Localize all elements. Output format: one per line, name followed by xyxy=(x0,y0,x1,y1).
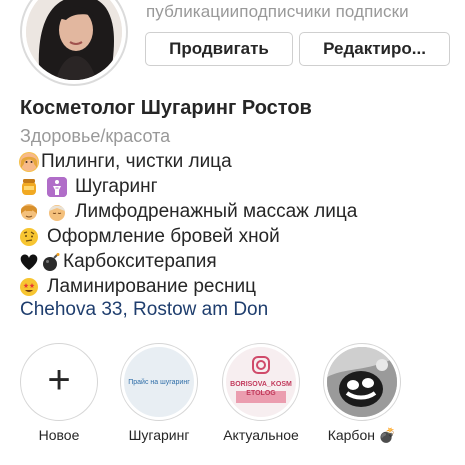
profile-avatar xyxy=(26,0,122,80)
highlight-sugaring[interactable]: Прайс на шугаринг xyxy=(120,343,198,421)
profile-stats-labels: публикацииподписчики подписки xyxy=(146,2,458,24)
bio-text: Пилинги, чистки лица xyxy=(41,150,232,172)
bio-line: Лимфодренажный массаж лица xyxy=(19,199,459,224)
raised-eyebrow-face-icon xyxy=(19,227,39,247)
highlight-new[interactable]: + xyxy=(20,343,98,421)
star-struck-face-icon xyxy=(19,277,39,297)
bio-line: Пилинги, чистки лица xyxy=(19,149,459,174)
bio-text: Оформление бровей хной xyxy=(47,225,280,247)
plus-icon: + xyxy=(47,358,71,402)
bio-line: Шугаринг xyxy=(19,174,459,199)
highlight-label: Актуальное xyxy=(223,427,299,443)
highlight-label: Новое xyxy=(38,427,80,443)
highlight-cover-text: BORISOVA_KOSMETOLOG xyxy=(230,381,292,397)
highlight-cover: BORISOVA_KOSMETOLOG xyxy=(226,347,296,417)
bomb-icon xyxy=(41,252,61,272)
profile-avatar-ring[interactable] xyxy=(20,0,128,86)
bio-line: Карбокситерапия xyxy=(19,249,459,274)
bio-text: Ламинирование ресниц xyxy=(47,275,256,297)
woman-icon xyxy=(19,151,39,172)
profile-category: Здоровье/красота xyxy=(20,126,171,146)
highlight-cover: Прайс на шугаринг xyxy=(124,347,194,417)
restroom-icon xyxy=(47,176,67,197)
promote-button[interactable]: Продвигать xyxy=(145,32,293,66)
followers-label[interactable]: подписчики xyxy=(239,2,331,21)
profile-name: Косметолог Шугаринг Ростов xyxy=(20,97,312,119)
address-link[interactable]: Chehova 33, Rostow am Don xyxy=(20,299,268,321)
bio-text: Карбокситерапия xyxy=(63,250,217,272)
bio-line: Оформление бровей хной xyxy=(19,224,459,249)
highlight-label: Карбон 💣 xyxy=(327,427,397,443)
bio-line: Ламинирование ресниц xyxy=(19,274,459,299)
following-label[interactable]: подписки xyxy=(336,2,409,21)
bio-text: Шугаринг xyxy=(75,175,158,197)
highlight-cover-text: Прайс на шугаринг xyxy=(128,378,190,386)
bio-text: Лимфодренажный массаж лица xyxy=(75,200,358,222)
edit-profile-button[interactable]: Редактиро... xyxy=(299,32,450,66)
spa-woman-icon xyxy=(47,202,67,222)
highlight-actual[interactable]: BORISOVA_KOSMETOLOG xyxy=(222,343,300,421)
highlight-photo-icon xyxy=(327,347,397,417)
honey-jar-icon xyxy=(19,177,39,197)
black-heart-icon xyxy=(19,252,39,272)
avatar-photo-icon xyxy=(26,0,122,80)
highlight-cover xyxy=(327,347,397,417)
highlight-carbon[interactable] xyxy=(323,343,401,421)
posts-label[interactable]: публикации xyxy=(146,2,239,21)
highlight-label: Шугаринг xyxy=(128,427,190,443)
profile-bio: Пилинги, чистки лица Шугаринг Лимфодрена… xyxy=(19,149,459,299)
massage-icon xyxy=(19,202,39,222)
